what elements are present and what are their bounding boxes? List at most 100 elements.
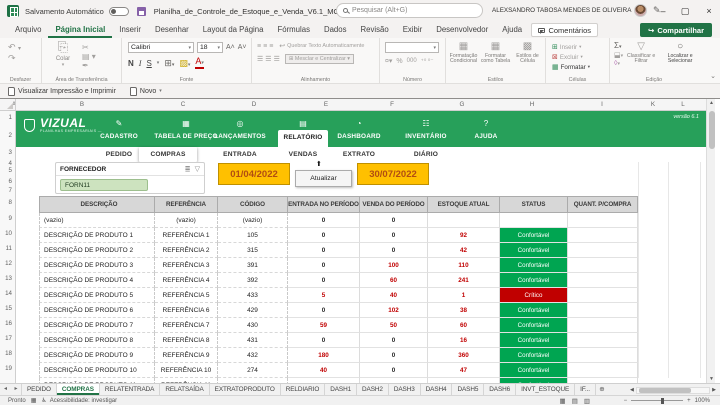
row-header-15[interactable]: 15 — [5, 305, 12, 312]
align-middle-icon[interactable]: ≡ — [263, 43, 267, 50]
cell-descricao[interactable]: (vazio) — [39, 213, 155, 228]
sheet-nav-right-icon[interactable]: ▸ — [11, 384, 22, 395]
cell-quant-compra[interactable] — [568, 348, 638, 363]
subtab-compras[interactable]: COMPRAS — [139, 147, 197, 162]
hscroll-right-icon[interactable]: ▶ — [712, 387, 716, 393]
ribbon-tab-layout-da-pagina[interactable]: Layout da Página — [196, 22, 271, 38]
row-header-13[interactable]: 13 — [5, 275, 12, 282]
cell-codigo[interactable]: (vazio) — [218, 213, 288, 228]
row-header-4[interactable]: 4 — [9, 160, 12, 167]
font-color-icon[interactable]: A▾ — [195, 57, 204, 69]
page-break-view-icon[interactable]: ▥ — [584, 397, 590, 405]
horizontal-scrollbar[interactable]: ◀ ▶ — [630, 386, 716, 394]
sheet-tab-extratoproduto[interactable]: EXTRATOPRODUTO — [210, 384, 281, 395]
cell-venda[interactable]: 0 — [360, 228, 428, 243]
cell-venda[interactable]: 100 — [360, 258, 428, 273]
sheet-tab-dash6[interactable]: DASH6 — [484, 384, 516, 395]
table-header-status[interactable]: STATUS — [500, 196, 568, 213]
sheet-tab-dash3[interactable]: DASH3 — [389, 384, 421, 395]
sheet-tab-compras[interactable]: COMPRAS — [57, 384, 100, 395]
qat-dropdown-icon[interactable]: ▾ — [159, 88, 162, 94]
sheet-tab-if[interactable]: IF... — [575, 384, 596, 395]
cell-referencia[interactable]: REFERÊNCIA 10 — [155, 363, 218, 378]
font-size-select[interactable]: 18▾ — [197, 42, 223, 53]
subtab-entrada[interactable]: ENTRADA — [211, 147, 269, 162]
ribbon-tab-formulas[interactable]: Fórmulas — [270, 22, 317, 38]
copy-icon[interactable]: ▤ ▾ — [82, 52, 96, 61]
row-header-8[interactable]: 8 — [9, 199, 12, 206]
row-headers[interactable]: 12345678910111213141516171819 — [0, 111, 16, 383]
cell-quant-compra[interactable] — [568, 288, 638, 303]
cell-codigo[interactable]: 315 — [218, 243, 288, 258]
delete-cells-button[interactable]: ⊠ Excluir ▾ — [552, 52, 609, 62]
sheet-tab-reldiario[interactable]: RELDIARIO — [281, 384, 326, 395]
cell-status[interactable]: Confortável — [500, 333, 568, 348]
scroll-down-icon[interactable]: ▼ — [707, 376, 716, 382]
clear-icon[interactable]: ◊▾ — [614, 60, 623, 67]
cell-status[interactable]: Confortável — [500, 273, 568, 288]
subtab-vendas[interactable]: VENDAS — [274, 147, 332, 162]
sheet-tab-relatentrada[interactable]: RELATENTRADA — [100, 384, 160, 395]
row-header-7[interactable]: 7 — [9, 187, 12, 194]
redo-icon[interactable]: ↷ — [8, 53, 41, 64]
zoom-slider[interactable] — [631, 400, 683, 401]
cell-estoque[interactable] — [428, 213, 500, 228]
autosave-toggle[interactable] — [109, 7, 129, 16]
column-header-b[interactable]: B — [73, 99, 91, 111]
cell-entrada[interactable]: 5 — [288, 288, 360, 303]
row-header-14[interactable]: 14 — [5, 290, 12, 297]
ribbon-tab-arquivo[interactable]: Arquivo — [8, 22, 48, 38]
banner-item-ajuda[interactable]: ?AJUDA — [462, 111, 510, 147]
cell-referencia[interactable]: REFERÊNCIA 9 — [155, 348, 218, 363]
row-header-5[interactable]: 5 — [9, 167, 12, 174]
new-button[interactable]: Novo ▾ — [130, 87, 162, 96]
cell-referencia[interactable]: REFERÊNCIA 7 — [155, 318, 218, 333]
cell-quant-compra[interactable] — [568, 318, 638, 333]
cell-estoque[interactable]: 1 — [428, 288, 500, 303]
cell-descricao[interactable]: DESCRIÇÃO DE PRODUTO 1 — [39, 228, 155, 243]
column-header-e[interactable]: E — [317, 99, 335, 111]
table-header-estoque-atual[interactable]: ESTOQUE ATUAL — [428, 196, 500, 213]
subtab-diario[interactable]: DIÁRIO — [397, 147, 455, 162]
row-header-19[interactable]: 19 — [5, 365, 12, 372]
start-date-field[interactable]: 01/04/2022 — [218, 163, 290, 185]
decimal-icons[interactable]: ⁺⁰ ⁰⁻ — [421, 58, 434, 65]
cell-estoque[interactable]: 110 — [428, 258, 500, 273]
ribbon-tab-desenhar[interactable]: Desenhar — [148, 22, 196, 38]
maximize-button[interactable]: ▢ — [674, 0, 696, 22]
cell-status[interactable]: Confortável — [500, 363, 568, 378]
cell-codigo[interactable]: 105 — [218, 228, 288, 243]
column-header-g[interactable]: G — [453, 99, 471, 111]
cell-status[interactable]: Confortável — [500, 243, 568, 258]
end-date-field[interactable]: 30/07/2022 — [357, 163, 429, 185]
ribbon-tab-desenvolvedor[interactable]: Desenvolvedor — [429, 22, 495, 38]
cell-venda[interactable]: 0 — [360, 213, 428, 228]
search-input[interactable]: Pesquisar (Alt+G) — [336, 3, 483, 18]
cell-descricao[interactable]: DESCRIÇÃO DE PRODUTO 8 — [39, 333, 155, 348]
row-header-6[interactable]: 6 — [9, 178, 12, 185]
ribbon-tab-dados[interactable]: Dados — [317, 22, 354, 38]
cell-venda[interactable]: 102 — [360, 303, 428, 318]
fill-color-icon[interactable]: ▨▾ — [179, 58, 190, 69]
row-header-11[interactable]: 11 — [6, 245, 12, 252]
zoom-out-icon[interactable]: − — [624, 398, 628, 404]
cell-venda[interactable]: 0 — [360, 333, 428, 348]
cell-status[interactable]: Confortável — [500, 303, 568, 318]
cell-entrada[interactable]: 0 — [288, 333, 360, 348]
sheet-tab-pedido[interactable]: PEDIDO — [22, 384, 57, 395]
column-header-l[interactable]: L — [674, 99, 692, 111]
column-header-d[interactable]: D — [245, 99, 263, 111]
column-header-k[interactable]: K — [644, 99, 662, 111]
cell-status[interactable] — [500, 213, 568, 228]
wrap-text-icon[interactable]: ↩ — [279, 42, 285, 50]
cell-entrada[interactable]: 180 — [288, 348, 360, 363]
print-preview-button[interactable]: Visualizar Impressão e Imprimir — [8, 87, 116, 96]
row-header-10[interactable]: 10 — [5, 230, 12, 237]
cell-status[interactable]: Confortável — [500, 228, 568, 243]
cell-quant-compra[interactable] — [568, 273, 638, 288]
column-headers[interactable]: ABCDEFGHIKL — [0, 99, 706, 111]
increase-font-icon[interactable]: A˄ — [226, 44, 235, 51]
format-painter-icon[interactable]: ✒ — [82, 61, 96, 70]
cell-referencia[interactable]: REFERÊNCIA 6 — [155, 303, 218, 318]
slicer-item-forn11[interactable]: FORN11 — [60, 179, 148, 191]
